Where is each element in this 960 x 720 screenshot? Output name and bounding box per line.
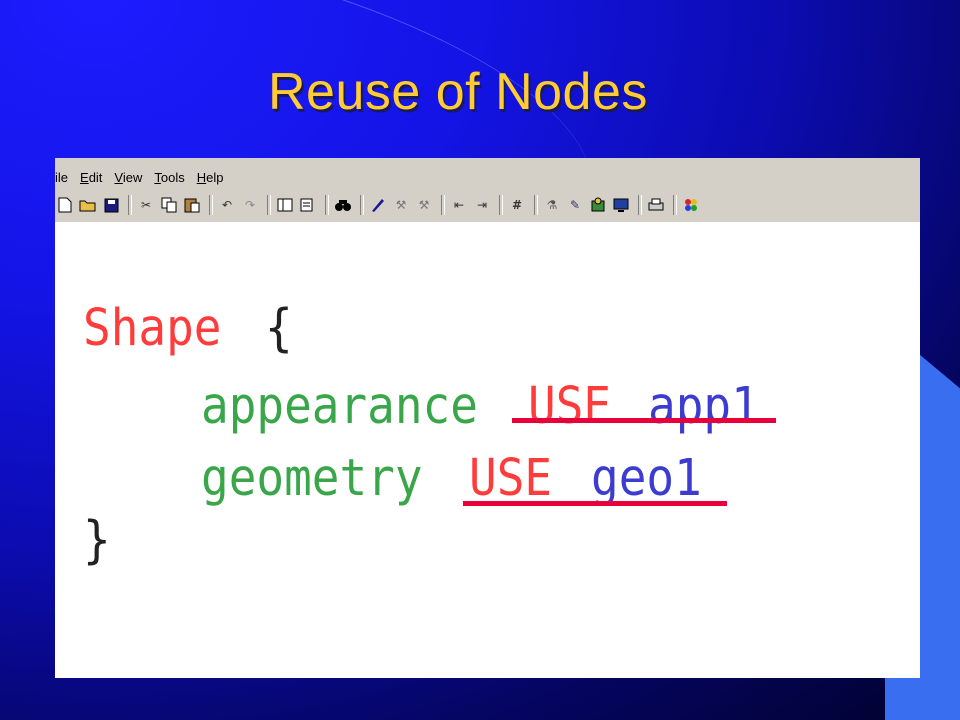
- menu-view-label: iew: [122, 169, 143, 185]
- appearance-field: appearance: [201, 375, 478, 435]
- menu-edit[interactable]: Edit: [80, 170, 106, 185]
- editor-window: ile Edit View Tools Help ✂ ↶ ↷ ⚒ ⚒ ⇤ ⇥ #…: [55, 158, 920, 678]
- redo-icon[interactable]: ↷: [240, 195, 260, 215]
- toolbar-separator: [267, 195, 271, 215]
- tool6-icon[interactable]: [588, 195, 608, 215]
- menu-help-accel: H: [196, 169, 207, 185]
- menu-help-label: elp: [206, 169, 224, 185]
- toolbar-separator: [638, 195, 642, 215]
- shape-keyword: Shape: [83, 297, 222, 357]
- menu-help[interactable]: Help: [197, 170, 228, 185]
- geometry-field: geometry: [201, 447, 423, 507]
- undo-icon[interactable]: ↶: [217, 195, 237, 215]
- tool3-icon[interactable]: ⚒: [414, 195, 434, 215]
- slide-title: Reuse of Nodes: [268, 63, 648, 121]
- cut-icon[interactable]: ✂: [136, 195, 156, 215]
- hash-icon[interactable]: #: [507, 195, 527, 215]
- menu-file[interactable]: ile: [55, 170, 72, 185]
- toolbar-separator: [360, 195, 364, 215]
- new-icon[interactable]: [55, 195, 75, 215]
- menu-tools[interactable]: Tools: [154, 170, 188, 185]
- toolbar-separator: [209, 195, 213, 215]
- toolbar-separator: [534, 195, 538, 215]
- tool4-icon[interactable]: ⚗: [542, 195, 562, 215]
- monitor-icon[interactable]: [611, 195, 631, 215]
- toolbar-separator: [128, 195, 132, 215]
- toolbar: ✂ ↶ ↷ ⚒ ⚒ ⇤ ⇥ # ⚗ ✎: [55, 192, 704, 218]
- code-area[interactable]: Shape { appearance USE app1 geometry USE…: [55, 222, 920, 678]
- paste-icon[interactable]: [182, 195, 202, 215]
- copy-icon[interactable]: [159, 195, 179, 215]
- toolbar-separator: [325, 195, 329, 215]
- menu-view[interactable]: View: [114, 170, 146, 185]
- toolbar-separator: [499, 195, 503, 215]
- underline-1: [512, 418, 776, 423]
- outdent-icon[interactable]: ⇤: [449, 195, 469, 215]
- geo1-name: geo1: [591, 447, 702, 507]
- use-keyword-1: USE: [528, 375, 612, 435]
- menu-edit-accel: E: [80, 169, 89, 185]
- menu-view-accel: V: [114, 169, 123, 185]
- colors-icon[interactable]: [681, 195, 701, 215]
- tool1-icon[interactable]: [368, 195, 388, 215]
- toolbar-area: ile Edit View Tools Help ✂ ↶ ↷ ⚒ ⚒ ⇤ ⇥ #…: [55, 158, 920, 223]
- open-icon[interactable]: [78, 195, 98, 215]
- menu-bar: ile Edit View Tools Help: [55, 166, 235, 188]
- view2-icon[interactable]: [298, 195, 318, 215]
- menu-edit-label: dit: [88, 169, 103, 185]
- underline-2: [463, 501, 727, 506]
- open-brace: {: [265, 297, 293, 357]
- toolbar-separator: [673, 195, 677, 215]
- tool5-icon[interactable]: ✎: [565, 195, 585, 215]
- close-brace: }: [83, 509, 111, 569]
- find-icon[interactable]: [333, 195, 353, 215]
- save-icon[interactable]: [101, 195, 121, 215]
- view1-icon[interactable]: [275, 195, 295, 215]
- use-keyword-2: USE: [469, 447, 553, 507]
- toolbar-separator: [441, 195, 445, 215]
- app1-name: app1: [648, 375, 759, 435]
- menu-tools-label: ools: [160, 169, 185, 185]
- indent-icon[interactable]: ⇥: [472, 195, 492, 215]
- tool2-icon[interactable]: ⚒: [391, 195, 411, 215]
- print-icon[interactable]: [646, 195, 666, 215]
